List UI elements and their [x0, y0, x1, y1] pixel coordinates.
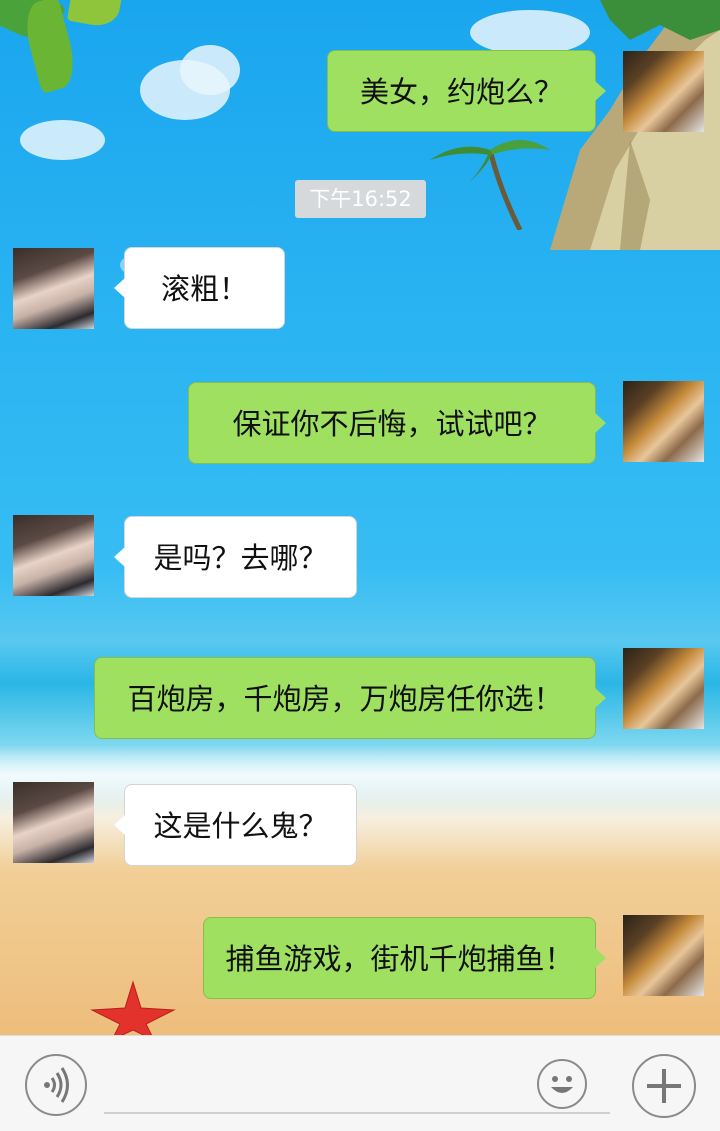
- chat-bubble-outgoing[interactable]: 捕鱼游戏，街机千炮捕鱼！: [203, 917, 606, 999]
- cloud-decoration: [180, 45, 240, 95]
- chat-bubble-outgoing[interactable]: 美女，约炮么？: [327, 50, 606, 132]
- starfish-decoration: [90, 980, 176, 1035]
- input-underline: [104, 1112, 610, 1114]
- chat-bubble-incoming[interactable]: 这是什么鬼？: [114, 784, 357, 866]
- add-button[interactable]: [632, 1054, 696, 1118]
- avatar-contact[interactable]: [13, 782, 94, 863]
- wave-foam-decoration: [0, 745, 720, 805]
- plus-icon: [647, 1069, 681, 1103]
- avatar-self[interactable]: [623, 381, 704, 462]
- chat-bubble-incoming[interactable]: 滚粗！: [114, 247, 285, 329]
- chat-bubble-incoming[interactable]: 是吗？去哪？: [114, 516, 357, 598]
- chat-bubble-outgoing[interactable]: 百炮房，千炮房，万炮房任你选！: [94, 657, 606, 739]
- emoji-button[interactable]: [537, 1059, 587, 1109]
- chat-input-bar: [0, 1035, 720, 1131]
- avatar-contact[interactable]: [13, 515, 94, 596]
- palm-tree-decoration: [430, 140, 550, 230]
- avatar-self[interactable]: [623, 915, 704, 996]
- voice-button[interactable]: [25, 1054, 87, 1116]
- message-timestamp: 下午16:52: [295, 180, 426, 218]
- cloud-decoration: [20, 120, 105, 160]
- smiley-icon: [551, 1076, 573, 1093]
- chat-bubble-outgoing[interactable]: 保证你不后悔，试试吧？: [188, 382, 606, 464]
- avatar-self[interactable]: [623, 51, 704, 132]
- avatar-self[interactable]: [623, 648, 704, 729]
- message-text-input[interactable]: [104, 1056, 528, 1108]
- beach-wallpaper-background: [0, 0, 720, 1035]
- avatar-contact[interactable]: [13, 248, 94, 329]
- palm-leaf-decoration: [66, 0, 124, 30]
- voice-wave-icon: [44, 1067, 69, 1103]
